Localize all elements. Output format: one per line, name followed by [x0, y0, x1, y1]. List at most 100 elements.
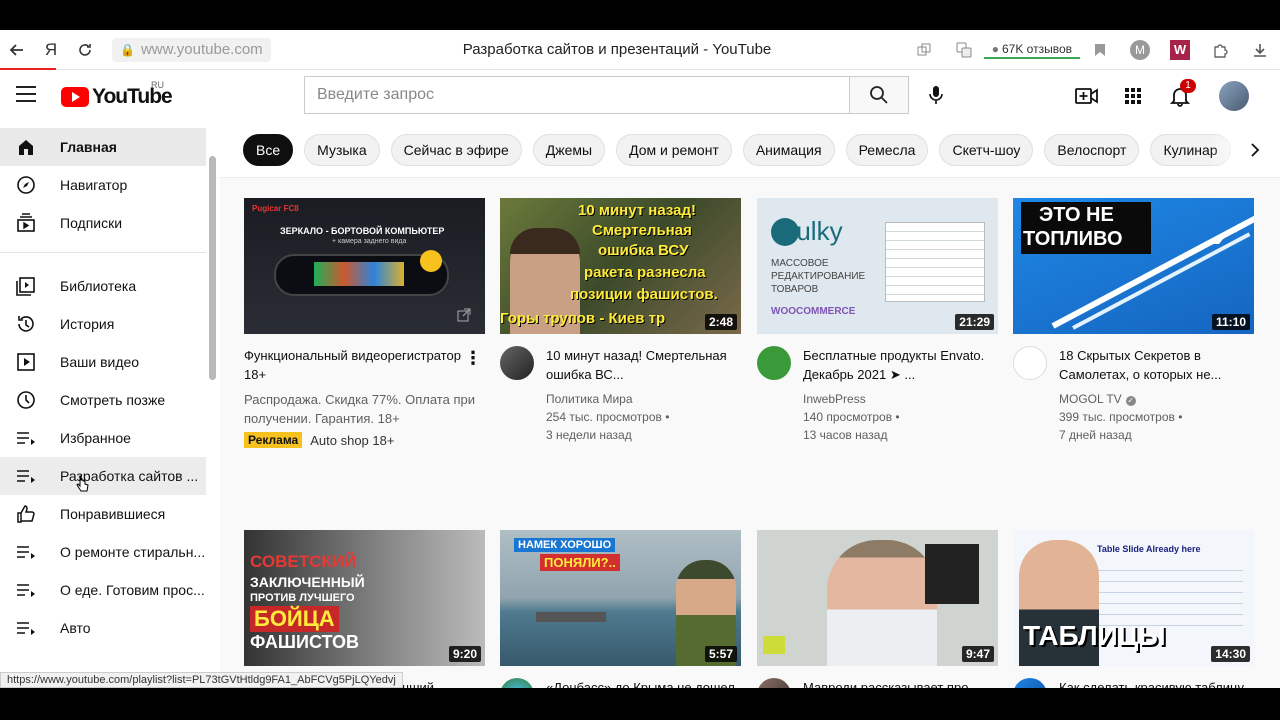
youtube-logo[interactable]: YouTube RU — [61, 80, 173, 109]
channel-name[interactable]: Политика Мира — [546, 390, 741, 408]
video-thumbnail[interactable]: НАМЕК ХОРОШО ПОНЯЛИ?.. 5:57 — [500, 530, 741, 666]
search-input[interactable]: Введите запрос — [304, 76, 850, 114]
sidebar: Главная Навигатор Подписки Библиотека Ис… — [0, 122, 220, 688]
menu-icon[interactable] — [16, 86, 36, 102]
ad-card[interactable]: Pugicar FC8 ЗЕРКАЛО - БОРТОВОЙ КОМПЬЮТЕР… — [244, 198, 485, 448]
copy-icon[interactable] — [904, 33, 944, 67]
chips-next-button[interactable] — [1210, 122, 1280, 177]
compass-icon — [0, 175, 60, 195]
sidebar-item-home[interactable]: Главная — [0, 128, 206, 166]
channel-name[interactable]: InwebPress — [803, 390, 998, 408]
address-bar[interactable]: 🔒 www.youtube.com — [112, 37, 271, 62]
more-options-icon[interactable]: ⋮ — [461, 346, 485, 370]
channel-logo-graphic — [763, 636, 785, 654]
subscriptions-icon — [0, 213, 60, 233]
sidebar-item-playlist-web-dev[interactable]: Разработка сайтов ... — [0, 457, 206, 495]
ad-channel[interactable]: Auto shop 18+ — [310, 433, 394, 448]
yandex-icon[interactable]: Я — [34, 33, 68, 67]
chip-sketch-comedy[interactable]: Скетч-шоу — [939, 133, 1034, 166]
chip-crafts[interactable]: Ремесла — [845, 133, 929, 166]
sidebar-item-favorites[interactable]: Избранное — [0, 419, 206, 457]
chip-cycling[interactable]: Велоспорт — [1044, 133, 1140, 166]
channel-avatar[interactable] — [1013, 678, 1047, 688]
sidebar-item-label: Авто — [60, 620, 91, 636]
video-thumbnail[interactable]: Pugicar FC8 ЗЕРКАЛО - БОРТОВОЙ КОМПЬЮТЕР… — [244, 198, 485, 334]
youtube-header: YouTube RU Введите запрос 1 — [0, 70, 1280, 122]
video-card[interactable]: Bulky МАССОВОЕ РЕДАКТИРОВАНИЕ ТОВАРОВ WO… — [757, 198, 998, 444]
sidebar-item-watch-later[interactable]: Смотреть позже — [0, 381, 206, 419]
chip-music[interactable]: Музыка — [304, 133, 380, 166]
sidebar-item-explore[interactable]: Навигатор — [0, 166, 206, 204]
reviews-badge[interactable]: ● 67K отзывов — [983, 41, 1080, 59]
video-title[interactable]: Как сделать красивую таблицу в PowerPoin… — [1059, 678, 1254, 688]
apps-button[interactable] — [1119, 82, 1147, 110]
video-card[interactable]: ЭТО НЕ ТОПЛИВО 11:10 18 Скрытых Секретов… — [1013, 198, 1254, 444]
lock-icon: 🔒 — [120, 42, 135, 57]
puzzle-icon[interactable] — [1200, 33, 1240, 67]
video-card[interactable]: СОВЕТСКИЙ ЗАКЛЮЧЕННЫЙ ПРОТИВ ЛУЧШЕГО БОЙ… — [244, 530, 485, 688]
video-title[interactable]: Функциональный видеорегистратор 18+ — [244, 346, 466, 384]
download-icon[interactable] — [1240, 33, 1280, 67]
channel-avatar[interactable] — [1013, 346, 1047, 380]
sidebar-item-subscriptions[interactable]: Подписки — [0, 204, 206, 242]
channel-avatar[interactable] — [757, 678, 791, 688]
sidebar-item-your-videos[interactable]: Ваши видео — [0, 343, 206, 381]
reviews-text: 67K отзывов — [1001, 42, 1072, 56]
video-thumbnail[interactable]: Bulky МАССОВОЕ РЕДАКТИРОВАНИЕ ТОВАРОВ WO… — [757, 198, 998, 334]
view-count: 140 просмотров — [803, 410, 893, 424]
sidebar-item-label: Смотреть позже — [60, 392, 166, 408]
man-graphic — [827, 540, 937, 666]
sidebar-item-playlist-food[interactable]: О еде. Готовим прос... — [0, 571, 206, 609]
create-video-button[interactable] — [1073, 82, 1101, 110]
video-card[interactable]: Table Slide Already here ТАБЛИЦЫ 14:30 К… — [1013, 530, 1254, 688]
mouse-cursor-icon — [76, 475, 89, 492]
chip-all[interactable]: Все — [243, 133, 294, 166]
channel-avatar[interactable] — [500, 678, 534, 688]
sidebar-item-library[interactable]: Библиотека — [0, 267, 206, 305]
voice-search-button[interactable] — [917, 76, 955, 114]
video-thumbnail[interactable]: 10 минут назад! Смертельная ошибка ВСУ р… — [500, 198, 741, 334]
video-thumbnail[interactable]: СОВЕТСКИЙ ЗАКЛЮЧЕННЫЙ ПРОТИВ ЛУЧШЕГО БОЙ… — [244, 530, 485, 666]
reload-icon[interactable] — [68, 33, 102, 67]
video-thumbnail[interactable]: ЭТО НЕ ТОПЛИВО 11:10 — [1013, 198, 1254, 334]
notifications-button[interactable]: 1 — [1166, 79, 1196, 110]
chip-live[interactable]: Сейчас в эфире — [390, 133, 522, 166]
playlist-icon — [0, 544, 60, 560]
logo-region: RU — [151, 80, 164, 90]
youtube-play-icon — [61, 87, 89, 107]
view-count: 399 тыс. просмотров — [1059, 410, 1175, 424]
video-thumbnail[interactable]: Table Slide Already here ТАБЛИЦЫ 14:30 — [1013, 530, 1254, 666]
channel-avatar[interactable] — [500, 346, 534, 380]
chip-home-repair[interactable]: Дом и ремонт — [616, 133, 732, 166]
chip-animation[interactable]: Анимация — [742, 133, 835, 166]
screen: Я 🔒 www.youtube.com Разработка сайтов и … — [0, 30, 1280, 688]
back-arrow-icon[interactable] — [0, 33, 34, 67]
sidebar-item-liked[interactable]: Понравившиеся — [0, 495, 206, 533]
bookmark-icon[interactable] — [1080, 33, 1120, 67]
apps-grid-icon — [1125, 88, 1141, 104]
translate-icon[interactable] — [944, 33, 984, 67]
video-card[interactable]: 9:47 Мавроди рассказывает про биткоин — [757, 530, 998, 688]
search-button[interactable] — [849, 76, 909, 114]
sidebar-item-history[interactable]: История — [0, 305, 206, 343]
video-title[interactable]: 18 Скрытых Секретов в Самолетах, о котор… — [1059, 346, 1254, 384]
extension-m-icon[interactable]: M — [1120, 33, 1160, 67]
microphone-icon — [929, 86, 943, 104]
upload-age: 3 недели назад — [546, 428, 632, 442]
chip-jams[interactable]: Джемы — [532, 133, 606, 166]
sidebar-item-playlist-washing[interactable]: О ремонте стиральн... — [0, 533, 206, 571]
channel-avatar[interactable] — [757, 346, 791, 380]
video-title[interactable]: Бесплатные продукты Envato. Декабрь 2021… — [803, 346, 998, 384]
account-avatar[interactable] — [1219, 81, 1249, 111]
extension-w-icon[interactable]: W — [1160, 33, 1200, 67]
video-title[interactable]: 10 минут назад! Смертельная ошибка ВС... — [546, 346, 741, 384]
video-card[interactable]: 10 минут назад! Смертельная ошибка ВСУ р… — [500, 198, 741, 444]
sidebar-scrollbar[interactable] — [209, 156, 216, 380]
playlist-icon — [0, 582, 60, 598]
video-title[interactable]: Мавроди рассказывает про биткоин — [803, 678, 998, 688]
video-thumbnail[interactable]: 9:47 — [757, 530, 998, 666]
channel-name[interactable]: MOGOL TV — [1059, 392, 1122, 406]
video-card[interactable]: НАМЕК ХОРОШО ПОНЯЛИ?.. 5:57 «Донбасс» до… — [500, 530, 741, 688]
video-title[interactable]: «Донбасс» до Крыма не дошел - Украина да… — [546, 678, 741, 688]
sidebar-item-playlist-auto[interactable]: Авто — [0, 609, 206, 647]
